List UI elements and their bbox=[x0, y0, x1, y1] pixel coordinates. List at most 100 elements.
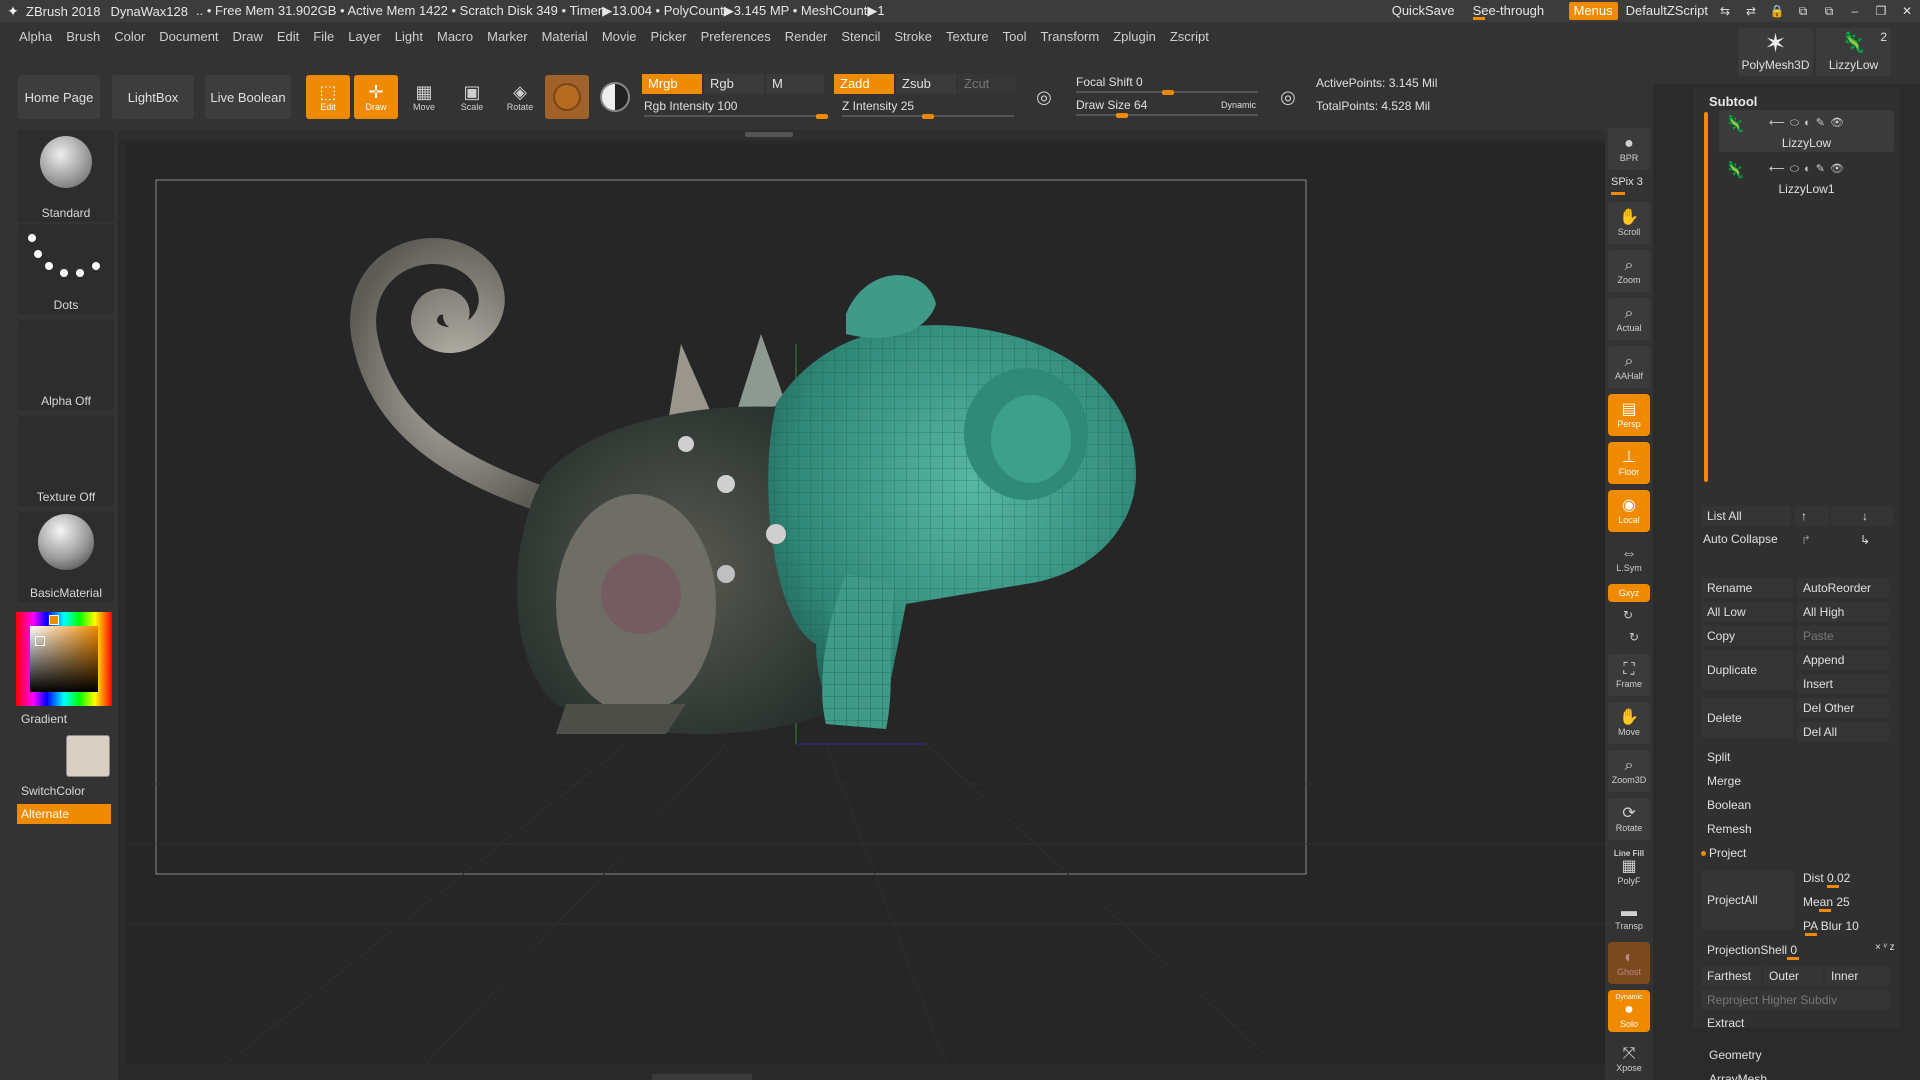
window2-icon[interactable]: ⧉ bbox=[1816, 4, 1842, 19]
subtool-item-lizzylow[interactable]: 🦎 ⟵⬭◐✎👁 LizzyLow bbox=[1719, 110, 1894, 152]
lizzylow-tile[interactable]: 2 🦎 LizzyLow bbox=[1816, 28, 1891, 76]
minimize-icon[interactable]: – bbox=[1842, 4, 1868, 18]
inner-button[interactable]: Inner bbox=[1825, 966, 1889, 986]
arrow-down-right-icon[interactable]: ↳ bbox=[1831, 530, 1893, 550]
rgb-intensity-slider[interactable]: Rgb Intensity 100 bbox=[640, 96, 832, 119]
rotate-view-button[interactable]: ⟳ Rotate bbox=[1608, 798, 1650, 840]
draw-size-knob[interactable] bbox=[1116, 113, 1128, 118]
zcut-toggle[interactable]: Zcut bbox=[958, 74, 1016, 94]
frame-button[interactable]: ⛶ Frame bbox=[1608, 654, 1650, 696]
m-toggle[interactable]: M bbox=[766, 74, 824, 94]
geometry-menu[interactable]: Geometry bbox=[1709, 1048, 1762, 1062]
remesh-menu[interactable]: Remesh bbox=[1707, 822, 1752, 836]
color-picker-sv-marker[interactable] bbox=[35, 636, 45, 646]
rename-button[interactable]: Rename bbox=[1701, 578, 1793, 598]
sculpt-viewport[interactable] bbox=[126, 144, 1605, 1064]
copy-button[interactable]: Copy bbox=[1701, 626, 1793, 646]
subtool-item-lizzylow1[interactable]: 🦎 ⟵⬭◐✎👁 LizzyLow1 bbox=[1719, 156, 1894, 198]
del-other-button[interactable]: Del Other bbox=[1797, 698, 1889, 718]
arrow-right-icon[interactable]: ↱ bbox=[1795, 530, 1829, 550]
lock-icon[interactable]: 🔒 bbox=[1764, 4, 1790, 18]
actual-button[interactable]: ⌕ Actual bbox=[1608, 298, 1650, 340]
focal-shift-slider[interactable]: Focal Shift 0 bbox=[1072, 72, 1262, 95]
floor-button[interactable]: ⊥ Floor bbox=[1608, 442, 1650, 484]
all-high-button[interactable]: All High bbox=[1797, 602, 1889, 622]
color-picker[interactable] bbox=[16, 612, 112, 706]
lightbox-button[interactable]: LightBox bbox=[112, 75, 194, 119]
alternate-button[interactable]: Alternate bbox=[17, 804, 111, 824]
alpha-selector[interactable]: Alpha Off bbox=[18, 320, 114, 410]
project-menu[interactable]: Project bbox=[1701, 846, 1746, 860]
menu-brush[interactable]: Brush bbox=[59, 29, 107, 44]
quicksave-button[interactable]: QuickSave bbox=[1382, 0, 1465, 22]
rotate-x-icon[interactable]: ↻ bbox=[1623, 608, 1633, 622]
close-icon[interactable]: ✕ bbox=[1894, 4, 1920, 18]
reproject-higher-subdiv-button[interactable]: Reproject Higher Subdiv bbox=[1701, 990, 1889, 1010]
subtool-scrollbar[interactable] bbox=[1704, 112, 1708, 482]
move-down-icon[interactable]: ↓ bbox=[1831, 506, 1893, 526]
all-low-button[interactable]: All Low bbox=[1701, 602, 1793, 622]
auto-collapse-button[interactable]: Auto Collapse bbox=[1703, 532, 1778, 546]
mean-slider[interactable]: Mean 25 bbox=[1797, 892, 1889, 912]
rgb-toggle[interactable]: Rgb bbox=[704, 74, 764, 94]
projectall-button[interactable]: ProjectAll bbox=[1701, 870, 1793, 930]
split-menu[interactable]: Split bbox=[1707, 750, 1730, 764]
canvas-scroll-thumb[interactable] bbox=[745, 132, 793, 137]
menu-draw[interactable]: Draw bbox=[226, 29, 270, 44]
draw-button[interactable]: ✛ Draw bbox=[354, 75, 398, 119]
menu-stroke[interactable]: Stroke bbox=[887, 29, 939, 44]
menu-marker[interactable]: Marker bbox=[480, 29, 534, 44]
rotate-y-icon[interactable]: ↻ bbox=[1629, 630, 1639, 644]
move-button[interactable]: ▦ Move bbox=[402, 75, 446, 119]
menu-file[interactable]: File bbox=[306, 29, 341, 44]
document-canvas[interactable] bbox=[126, 144, 1605, 1064]
delete-button[interactable]: Delete bbox=[1701, 698, 1793, 738]
see-through-slider[interactable]: See-through 0 bbox=[1465, 0, 1565, 40]
draw-size-slider[interactable]: Draw Size 64 Dynamic bbox=[1072, 95, 1262, 118]
menu-light[interactable]: Light bbox=[388, 29, 430, 44]
texture-selector[interactable]: Texture Off bbox=[18, 416, 114, 506]
spix-slider[interactable]: SPix 3 bbox=[1611, 176, 1643, 188]
polyf-button[interactable]: Line Fill ▦ PolyF bbox=[1608, 846, 1650, 888]
z-intensity-knob[interactable] bbox=[922, 114, 934, 119]
menu-picker[interactable]: Picker bbox=[644, 29, 694, 44]
subtool-visibility-icons[interactable]: ⟵⬭◐✎👁 bbox=[1769, 162, 1849, 176]
move-view-button[interactable]: ✋ Move bbox=[1608, 702, 1650, 744]
append-button[interactable]: Append bbox=[1797, 650, 1889, 670]
menu-transform[interactable]: Transform bbox=[1033, 29, 1106, 44]
menu-movie[interactable]: Movie bbox=[595, 29, 644, 44]
material-selector[interactable]: BasicMaterial bbox=[18, 512, 114, 602]
secondary-color-swatch[interactable] bbox=[66, 735, 110, 777]
menu-alpha[interactable]: Alpha bbox=[12, 29, 59, 44]
rgb-intensity-knob[interactable] bbox=[816, 114, 828, 119]
paste-button[interactable]: Paste bbox=[1797, 626, 1889, 646]
list-all-button[interactable]: List All bbox=[1701, 506, 1791, 526]
merge-menu[interactable]: Merge bbox=[1707, 774, 1741, 788]
xyz-axis-toggle[interactable]: × ᵛ z bbox=[1875, 942, 1895, 953]
ghost-button[interactable]: ◐ Ghost bbox=[1608, 942, 1650, 984]
bottom-shelf-handle[interactable] bbox=[652, 1074, 752, 1080]
polymesh3d-tile[interactable]: ✶ PolyMesh3D bbox=[1738, 28, 1813, 76]
edit-button[interactable]: ⬚ Edit bbox=[306, 75, 350, 119]
subtool-visibility-icons[interactable]: ⟵⬭◐✎👁 bbox=[1769, 116, 1849, 130]
color-picker-hue-marker[interactable] bbox=[49, 615, 59, 625]
material-swatch[interactable] bbox=[545, 75, 589, 119]
menu-preferences[interactable]: Preferences bbox=[694, 29, 778, 44]
menu-tool[interactable]: Tool bbox=[996, 29, 1034, 44]
dynamic-toggle[interactable]: Dynamic bbox=[1221, 95, 1256, 115]
lazy-mouse-button[interactable]: ◎ bbox=[1026, 75, 1062, 119]
menu-macro[interactable]: Macro bbox=[430, 29, 480, 44]
transp-button[interactable]: ▬ Transp bbox=[1608, 896, 1650, 938]
lsym-button[interactable]: ⇔ L.Sym bbox=[1608, 538, 1650, 580]
subtool-title[interactable]: Subtool bbox=[1709, 94, 1757, 109]
projection-shell-slider[interactable]: ProjectionShell 0 bbox=[1701, 940, 1871, 960]
chameleon-model[interactable] bbox=[350, 238, 1136, 734]
aahalf-button[interactable]: ⌕ AAHalf bbox=[1608, 346, 1650, 388]
xyz-button[interactable]: Gxyz bbox=[1608, 584, 1650, 602]
default-zscript-button[interactable]: DefaultZScript bbox=[1622, 0, 1712, 22]
window-icon[interactable]: ⧉ bbox=[1790, 4, 1816, 19]
local-button[interactable]: ◉ Local bbox=[1608, 490, 1650, 532]
pa-blur-slider[interactable]: PA Blur 10 bbox=[1797, 916, 1889, 936]
extract-menu[interactable]: Extract bbox=[1707, 1016, 1744, 1030]
solo-button[interactable]: Dynamic ● Solo bbox=[1608, 990, 1650, 1032]
